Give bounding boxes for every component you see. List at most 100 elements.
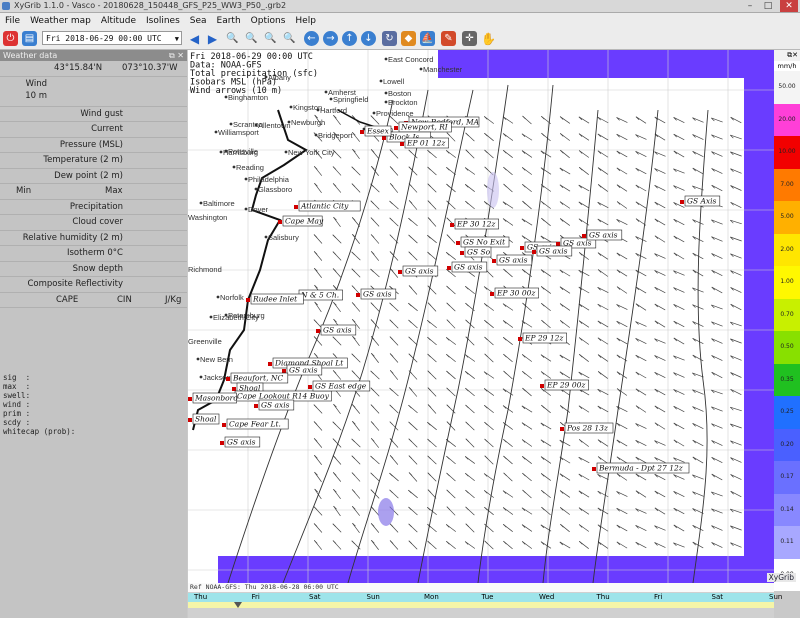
menu-help[interactable]: Help xyxy=(290,13,321,29)
zoom-area-icon[interactable]: 🔍 xyxy=(263,31,278,46)
city-dot xyxy=(216,295,220,299)
marker-dot xyxy=(560,427,564,431)
city-dot xyxy=(324,90,328,94)
precipitation-blob xyxy=(378,498,394,526)
time-slider[interactable]: Ref NOAA-GFS: Thu 2018-06-28 06:00 UTC T… xyxy=(188,583,782,618)
previous-date-icon[interactable]: ◀ xyxy=(187,31,202,46)
marker-dot xyxy=(532,250,536,254)
day-label: Sat xyxy=(309,593,321,601)
crosshair-icon[interactable]: ✛ xyxy=(462,31,477,46)
city-dot xyxy=(264,235,268,239)
poi-icon[interactable]: ◆ xyxy=(401,31,416,46)
pan-up-icon[interactable]: ↑ xyxy=(342,31,357,46)
day-label: Fri xyxy=(251,593,260,601)
boat-icon[interactable]: ⛵ xyxy=(420,31,435,46)
zoom-in-icon[interactable]: 🔍 xyxy=(225,31,240,46)
menu-sea[interactable]: Sea xyxy=(185,13,212,29)
menu-file[interactable]: File xyxy=(0,13,25,29)
row-label: Precipitation xyxy=(69,201,123,212)
precipitation-blob xyxy=(487,172,499,208)
panel-buttons[interactable]: ⧉ ✕ xyxy=(169,50,184,61)
longitude-value: 073°10.37'W xyxy=(122,63,178,73)
marker-dot xyxy=(582,234,586,238)
marker-label: GS axis xyxy=(289,366,318,375)
menu-weather-map[interactable]: Weather map xyxy=(25,13,96,29)
city-dot xyxy=(372,111,376,115)
data-row: Composite Reflectivity xyxy=(0,277,187,293)
row-label: Cloud cover xyxy=(72,217,123,227)
city-label: Norfolk xyxy=(220,293,244,302)
marker-dot xyxy=(308,385,312,389)
marker-label: Shoal xyxy=(195,415,217,424)
hour-strip[interactable] xyxy=(188,602,774,608)
map-view[interactable]: East Concord Manchester Lowell Amherst Bosto… xyxy=(184,50,774,584)
pan-left-icon[interactable]: ← xyxy=(304,31,319,46)
window-title: XyGrib 1.1.0 - Vasco - 20180628_150448_G… xyxy=(14,1,287,10)
row-label: Isotherm 0°C xyxy=(66,248,123,258)
day-strip[interactable]: Thu Fri Sat Sun Mon Tue Wed Thu Fri Sat Sun xyxy=(188,593,782,602)
city-dot xyxy=(384,57,388,61)
weather-data-panel: Weather data ⧉ ✕ 43°15.84'N 073°10.37'W … xyxy=(0,50,187,618)
city-dot xyxy=(379,79,383,83)
marker-dot xyxy=(394,126,398,130)
marker-dot xyxy=(400,142,404,146)
marker-dot xyxy=(492,259,496,263)
marker-label: GS axis xyxy=(499,256,528,265)
legend-swatch: 5.00 xyxy=(774,201,800,234)
title-bar: XyGrib 1.1.0 - Vasco - 20180628_150448_G… xyxy=(0,0,800,13)
city-label: Lowell xyxy=(383,77,405,86)
city-label: Springfield xyxy=(333,95,368,104)
menu-earth[interactable]: Earth xyxy=(212,13,246,29)
pan-right-icon[interactable]: → xyxy=(323,31,338,46)
day-label: Wed xyxy=(539,593,555,601)
close-button[interactable]: ✕ xyxy=(780,0,798,12)
city-label: New York City xyxy=(288,148,335,157)
data-row: Wind gust xyxy=(0,107,187,122)
marker-label: Beaufort, NC xyxy=(232,374,283,383)
map-canvas[interactable]: East ConcordManchesterLowellAmherst Bosto… xyxy=(184,50,774,584)
marker-label: Bermuda - Dpt 27 12z xyxy=(598,464,683,473)
marker-dot xyxy=(556,242,560,246)
panel-title: Weather data xyxy=(3,51,58,60)
quit-icon[interactable]: ⏻ xyxy=(3,31,18,46)
city-dot xyxy=(214,130,218,134)
zoom-all-icon[interactable]: 🔍 xyxy=(282,31,297,46)
city-dot xyxy=(196,357,200,361)
legend-swatch: 0.14 xyxy=(774,493,800,526)
app-icon xyxy=(2,2,10,10)
refresh-icon[interactable]: ↻ xyxy=(382,31,397,46)
marker-dot xyxy=(490,292,494,296)
maximize-button[interactable]: □ xyxy=(762,0,774,12)
max-label: Max xyxy=(105,186,123,196)
time-cursor[interactable] xyxy=(234,602,242,608)
menu-options[interactable]: Options xyxy=(246,13,291,29)
marker-label: GS axis xyxy=(227,438,256,447)
marker-dot xyxy=(220,441,224,445)
marker-dot xyxy=(278,220,282,224)
zoom-out-icon[interactable]: 🔍 xyxy=(244,31,259,46)
precip-legend: ⧉✕ mm/h 50.00 20.00 10.00 7.00 5.00 2.00 1.00 0… xyxy=(774,50,800,591)
route-icon[interactable]: ✎ xyxy=(441,31,456,46)
marker-dot xyxy=(188,397,192,401)
legend-buttons[interactable]: ⧉✕ xyxy=(774,50,800,61)
city-label: Reading xyxy=(236,163,264,172)
marker-label: EP 01 12z xyxy=(406,139,445,148)
menu-isolines[interactable]: Isolines xyxy=(141,13,185,29)
hand-icon[interactable]: ✋ xyxy=(481,31,496,46)
minimize-button[interactable]: – xyxy=(744,0,756,12)
marker-dot xyxy=(680,200,684,204)
pan-down-icon[interactable]: ↓ xyxy=(361,31,376,46)
marker-label: GS axis xyxy=(589,231,618,240)
legend-swatch: 50.00 xyxy=(774,71,800,104)
marker-label: GS axis xyxy=(363,290,392,299)
date-select[interactable]: Fri 2018-06-29 00:00 UTC ▼ xyxy=(42,31,182,45)
marker-dot xyxy=(540,384,544,388)
marker-dot xyxy=(356,293,360,297)
city-label: New Bern xyxy=(200,355,233,364)
city-dot xyxy=(314,133,318,137)
next-date-icon[interactable]: ▶ xyxy=(205,31,220,46)
city-label: Bridgeport xyxy=(318,131,354,140)
open-file-icon[interactable]: ▤ xyxy=(22,31,37,46)
menu-altitude[interactable]: Altitude xyxy=(96,13,141,29)
city-label: East Concord xyxy=(388,55,433,64)
